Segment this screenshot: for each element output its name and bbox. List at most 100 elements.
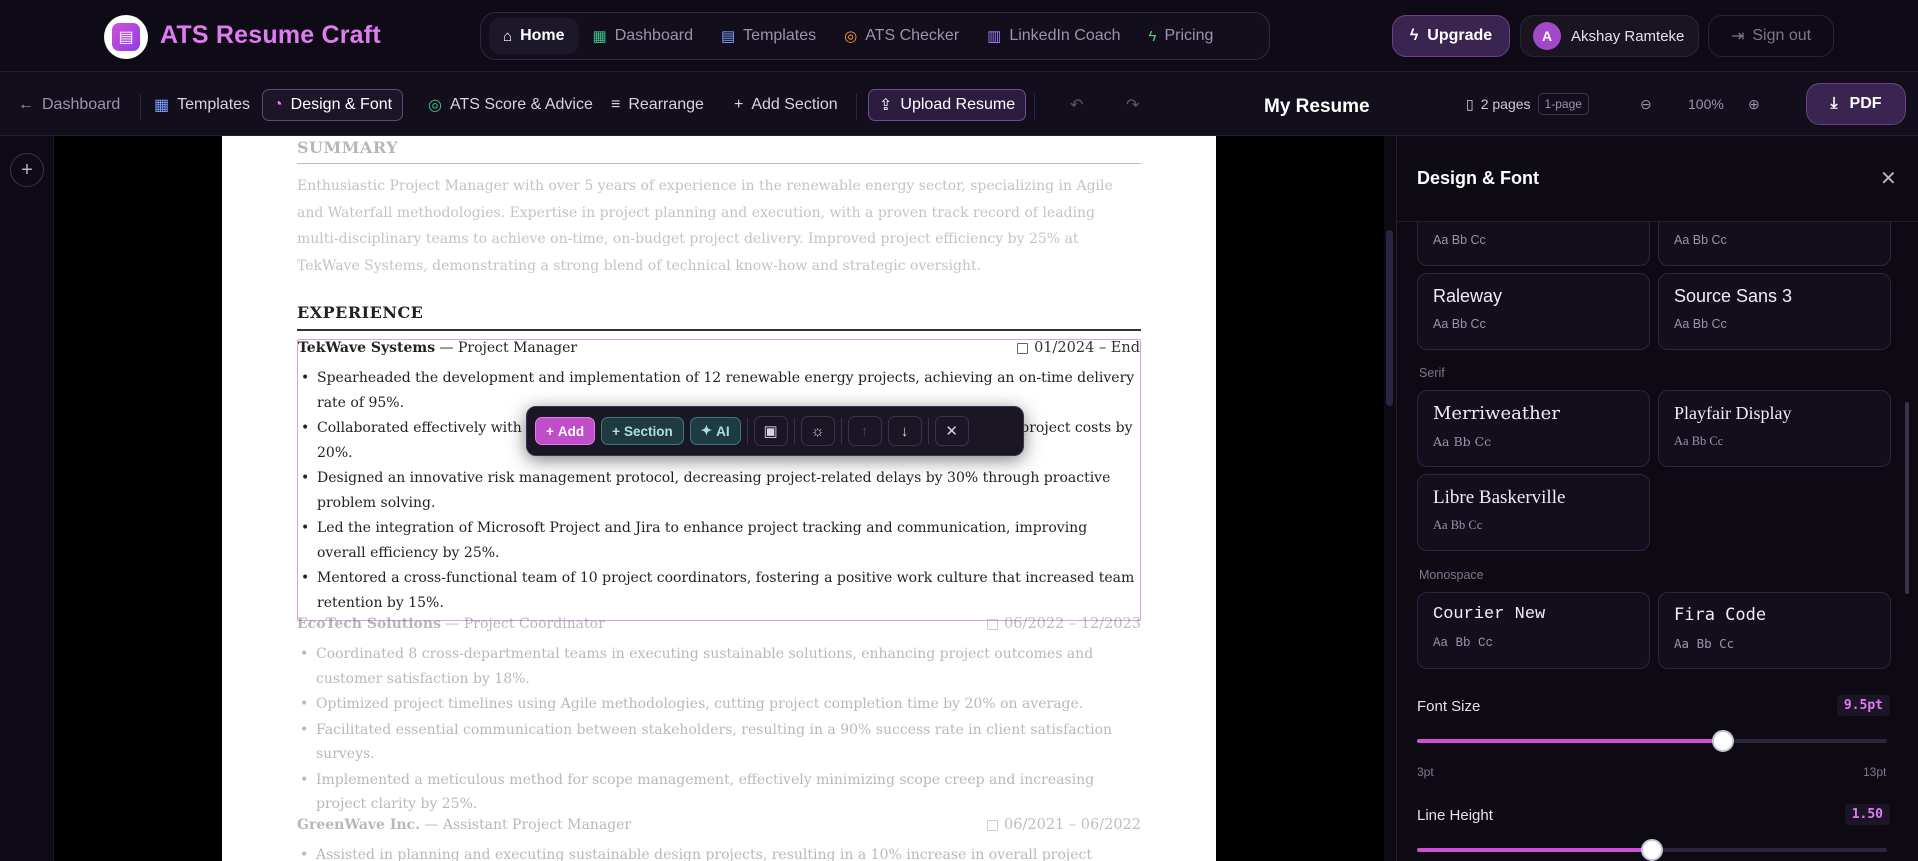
list-item[interactable]: Implemented a meticulous method for scop… (297, 768, 1141, 817)
panel-scrollbar[interactable] (1902, 224, 1912, 861)
font-option-merriweather[interactable]: Merriweather Aa Bb Cc (1417, 390, 1650, 467)
company-name: GreenWave Inc. (297, 817, 420, 833)
list-item[interactable]: Mentored a cross-functional team of 10 p… (298, 566, 1140, 615)
list-item[interactable]: Facilitated essential communication betw… (297, 718, 1141, 767)
divider (746, 418, 748, 444)
upgrade-label: Upgrade (1427, 27, 1493, 44)
nav-templates[interactable]: ▤ Templates (707, 18, 830, 54)
job-role: — Project Manager (435, 340, 578, 356)
calendar-button[interactable]: ▣ (753, 416, 788, 446)
calendar-icon: ▣ (763, 423, 778, 440)
list-item[interactable]: Coordinated 8 cross-departmental teams i… (297, 642, 1141, 691)
add-bullet-button[interactable]: + Add (535, 417, 596, 445)
brand-name[interactable]: ATS Resume Craft (160, 21, 381, 50)
move-down-button[interactable]: ↓ (887, 416, 922, 446)
font-option-fira-code[interactable]: Fira Code Aa Bb Cc (1658, 592, 1891, 669)
logo[interactable]: ▤ (104, 15, 148, 59)
bullet-list: Assisted in planning and executing susta… (297, 843, 1141, 861)
add-section-entry-button[interactable]: + Section (601, 417, 684, 445)
back-to-dashboard[interactable]: ← Dashboard (8, 89, 130, 121)
left-rail: + (0, 136, 54, 861)
panel-title: Design & Font (1417, 168, 1539, 188)
date-text: 06/2021 – 06/2022 (1004, 817, 1141, 833)
font-option-source-sans-3[interactable]: Source Sans 3 Aa Bb Cc (1658, 273, 1891, 350)
list-item[interactable]: Optimized project timelines using Agile … (297, 692, 1141, 717)
logout-icon: ⇥ (1730, 28, 1745, 45)
add-section-button[interactable]: + Add Section (724, 89, 848, 121)
scrollbar-thumb[interactable] (1905, 402, 1909, 594)
ai-rewrite-button[interactable]: ✦ AI (689, 417, 741, 445)
job-header: TekWave Systems — Project Manager 01/202… (298, 340, 1140, 362)
job-dates: 06/2022 – 12/2023 (987, 616, 1141, 632)
bullet-list: Coordinated 8 cross-departmental teams i… (297, 642, 1141, 817)
slider-handle[interactable] (1641, 839, 1663, 861)
document-title[interactable]: My Resume (1264, 96, 1370, 118)
font-size-slider[interactable] (1417, 730, 1887, 752)
job-header: GreenWave Inc. — Assistant Project Manag… (297, 817, 1141, 839)
scrollbar-thumb[interactable] (1386, 230, 1393, 406)
nav-label: Dashboard (614, 27, 693, 44)
upload-icon: ⇪ (879, 97, 893, 114)
tab-design-font[interactable]: ◔ Design & Font (262, 89, 404, 121)
tab-ats-score[interactable]: ◎ ATS Score & Advice (418, 89, 603, 121)
summary-text[interactable]: Enthusiastic Project Manager with over 5… (297, 173, 1141, 279)
experience-entry[interactable]: GreenWave Inc. — Assistant Project Manag… (297, 817, 1141, 861)
font-option-libre-baskerville[interactable]: Libre Baskerville Aa Bb Cc (1417, 474, 1650, 551)
canvas-scrollbar[interactable] (1384, 136, 1396, 861)
slider-handle[interactable] (1711, 730, 1734, 752)
category-label-serif: Serif (1419, 366, 1445, 380)
upload-resume-button[interactable]: ⇪ Upload Resume (868, 89, 1027, 121)
experience-entry[interactable]: TekWave Systems — Project Manager 01/202… (297, 339, 1141, 621)
slider-fill (1417, 739, 1723, 743)
one-page-button[interactable]: 1-page (1537, 93, 1589, 115)
divider (840, 418, 842, 444)
font-sample: Aa Bb Cc (1433, 518, 1483, 532)
tab-templates[interactable]: ▦ Templates (144, 89, 260, 121)
avatar: A (1533, 22, 1561, 50)
tab-rearrange[interactable]: ≡ Rearrange (601, 89, 714, 121)
list-item[interactable]: Led the integration of Microsoft Project… (298, 516, 1140, 565)
sparkle-icon: ✦ (700, 423, 713, 438)
sign-out-button[interactable]: ⇥ Sign out (1708, 15, 1834, 57)
line-height-slider[interactable] (1417, 839, 1887, 861)
calendar-icon (987, 618, 999, 630)
home-icon: ⌂ (503, 27, 513, 45)
list-item[interactable]: Assisted in planning and executing susta… (297, 843, 1141, 861)
font-size-value: 9.5pt (1836, 695, 1890, 716)
style-button[interactable]: ☼ (800, 416, 835, 446)
date-text: 06/2022 – 12/2023 (1004, 616, 1141, 632)
main-nav: ⌂ Home ▦ Dashboard ▤ Templates ◎ ATS Checker… (480, 12, 1270, 60)
font-option-playfair-display[interactable]: Playfair Display Aa Bb Cc (1658, 390, 1891, 467)
chart-icon: ▥ (987, 28, 1002, 45)
font-sample: Aa Bb Cc (1674, 317, 1727, 331)
zoom-in-button[interactable]: ⊕ (1748, 96, 1760, 113)
nav-dashboard[interactable]: ▦ Dashboard (579, 18, 707, 54)
top-navbar: ▤ ATS Resume Craft ⌂ Home ▦ Dashboard ▤ Tem… (0, 0, 1918, 72)
divider (1034, 94, 1035, 120)
add-block-button[interactable]: + (10, 153, 44, 187)
nav-pricing[interactable]: ϟ Pricing (1135, 18, 1228, 54)
font-option-courier-new[interactable]: Courier New Aa Bb Cc (1417, 592, 1650, 669)
undo-button[interactable]: ↶ (1060, 89, 1093, 121)
move-up-button[interactable]: ↑ (847, 416, 882, 446)
user-menu[interactable]: A Akshay Ramteke (1520, 15, 1699, 57)
upgrade-button[interactable]: ϟ Upgrade (1392, 15, 1510, 57)
section-heading: EXPERIENCE (297, 303, 424, 322)
close-panel-button[interactable]: ✕ (1880, 166, 1897, 191)
close-toolbar-button[interactable]: ✕ (934, 416, 969, 446)
slider-fill (1417, 848, 1652, 852)
nav-ats-checker[interactable]: ◎ ATS Checker (830, 18, 973, 54)
divider (793, 418, 795, 444)
nav-home[interactable]: ⌂ Home (489, 18, 579, 54)
palette-icon: ◔ (273, 96, 283, 113)
download-pdf-button[interactable]: ⤓ PDF (1806, 83, 1906, 125)
list-item[interactable]: Designed an innovative risk management p… (298, 466, 1140, 515)
font-name: Merriweather (1433, 403, 1560, 424)
job-header: EcoTech Solutions — Project Coordinator … (297, 616, 1141, 638)
redo-button[interactable]: ↷ (1116, 89, 1149, 121)
job-dates: 06/2021 – 06/2022 (987, 817, 1141, 833)
experience-entry[interactable]: EcoTech Solutions — Project Coordinator … (297, 616, 1141, 818)
font-option-raleway[interactable]: Raleway Aa Bb Cc (1417, 273, 1650, 350)
nav-linkedin-coach[interactable]: ▥ LinkedIn Coach (973, 18, 1134, 54)
zoom-out-button[interactable]: ⊖ (1640, 96, 1652, 113)
